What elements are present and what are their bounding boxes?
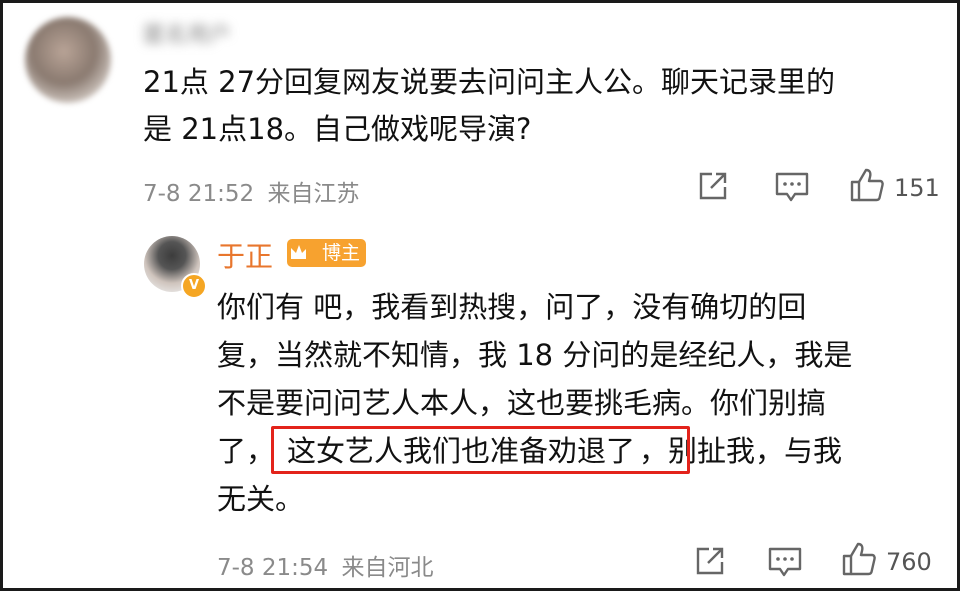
blogger-badge: 博主 — [306, 239, 367, 267]
share-icon[interactable] — [693, 544, 727, 578]
comment-text-line: 21点 27分回复网友说要去问问主人公。聊天记录里的 — [143, 65, 836, 99]
reply-text-line: 复，当然就不知情，我 18 分问的是经纪人，我是 — [217, 338, 853, 372]
reply-text-line: 无关。 — [217, 482, 305, 516]
reply-location: 来自河北 — [341, 555, 434, 581]
comment-location: 来自江苏 — [267, 181, 360, 207]
comment-time: 7-8 21:52 — [143, 181, 255, 207]
like-count: 151 — [894, 174, 940, 202]
like-icon[interactable] — [849, 167, 885, 203]
comment-meta: 7-8 21:52 来自江苏 — [143, 174, 359, 208]
like-icon[interactable] — [841, 541, 877, 577]
reply-text-segment: 了， — [217, 434, 276, 468]
commenter-avatar[interactable] — [25, 17, 111, 103]
comment-text-line: 是 21点18。自己做戏呢导演? — [143, 112, 532, 146]
share-icon[interactable] — [696, 169, 730, 203]
highlight-box — [271, 426, 690, 474]
comment-icon[interactable] — [774, 171, 810, 203]
reply-text-line: 不是要问问艺人本人，这也要挑毛病。你们别搞 — [217, 386, 827, 420]
reply-text-line: 你们有 吧，我看到热搜，问了，没有确切的回 — [217, 290, 807, 324]
screenshot-frame: 匿名用户 21点 27分回复网友说要去问问主人公。聊天记录里的 是 21点18。… — [0, 0, 960, 591]
comment-icon[interactable] — [767, 546, 803, 578]
author-name[interactable]: 于正 — [217, 235, 273, 275]
like-count: 760 — [886, 548, 932, 576]
commenter-username[interactable]: 匿名用户 — [143, 17, 293, 48]
verified-badge: V — [181, 273, 207, 299]
reply-time: 7-8 21:54 — [217, 555, 329, 581]
reply-meta: 7-8 21:54 来自河北 — [217, 548, 433, 582]
